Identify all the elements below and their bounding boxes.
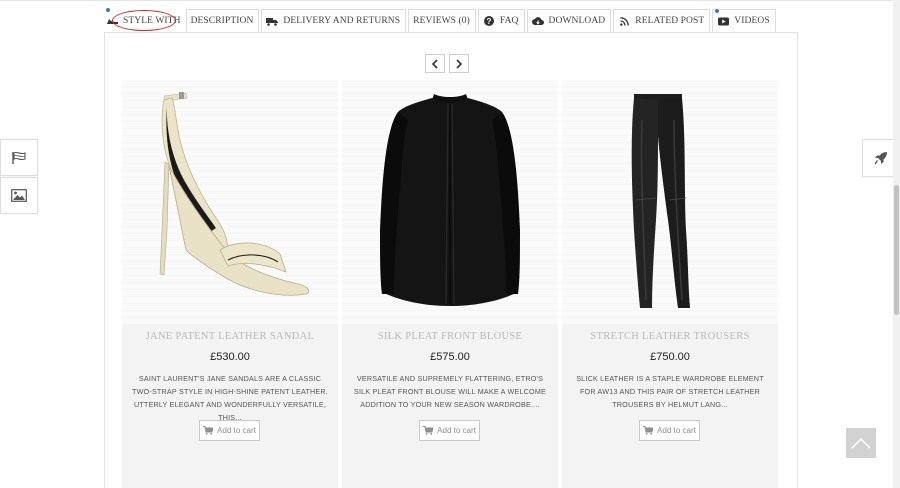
tab-delivery-and-returns[interactable]: DELIVERY AND RETURNS — [261, 9, 407, 32]
tab-download[interactable]: DOWNLOAD — [526, 9, 612, 32]
add-to-cart-button[interactable]: Add to cart — [639, 420, 700, 441]
rocket-icon — [874, 152, 887, 165]
cart-icon — [643, 426, 654, 435]
cloud-download-icon — [531, 15, 544, 27]
add-to-cart-label: Add to cart — [657, 426, 696, 435]
tab-description[interactable]: DESCRIPTION — [185, 9, 260, 32]
tab-label: DOWNLOAD — [548, 16, 606, 26]
carousel-next-button[interactable] — [449, 54, 469, 73]
cart-icon — [203, 426, 214, 435]
add-to-cart-label: Add to cart — [217, 426, 256, 435]
svg-text:?: ? — [486, 17, 491, 26]
top-divider — [0, 0, 900, 1]
tab-label: FAQ — [499, 16, 519, 26]
product-description: SLICK LEATHER IS A STAPLE WARDROBE ELEME… — [576, 374, 764, 409]
blouse-image[interactable] — [342, 80, 558, 324]
sandal-image[interactable] — [122, 80, 338, 324]
product-price: £530.00 — [210, 351, 250, 363]
back-to-top-button[interactable] — [846, 428, 876, 458]
add-to-cart-button[interactable]: Add to cart — [199, 420, 260, 441]
product-card: JANE PATENT LEATHER SANDAL £530.00 SAINT… — [122, 80, 338, 488]
product-card: STRETCH LEATHER TROUSERS £750.00 SLICK L… — [562, 80, 778, 488]
product-name[interactable]: JANE PATENT LEATHER SANDAL — [122, 331, 338, 342]
add-to-cart-button[interactable]: Add to cart — [419, 420, 480, 441]
video-icon — [717, 15, 729, 27]
add-to-cart-label: Add to cart — [437, 426, 476, 435]
tab-label: DESCRIPTION — [190, 16, 254, 26]
page-scrollbar[interactable] — [893, 0, 900, 488]
product-description: VERSATILE AND SUPREMELY FLATTERING, ETRO… — [353, 374, 547, 409]
notification-dot — [105, 7, 111, 13]
tab-faq[interactable]: ? FAQ — [477, 9, 525, 32]
product-name[interactable]: SILK PLEAT FRONT BLOUSE — [342, 331, 558, 342]
cart-icon — [423, 426, 434, 435]
tab-related-post[interactable]: RELATED POST — [613, 9, 711, 32]
flag-icon — [12, 151, 26, 164]
chevron-left-icon — [431, 58, 438, 69]
chevron-up-icon — [851, 437, 871, 449]
tab-label: RELATED POST — [635, 16, 705, 26]
tab-label: VIDEOS — [734, 16, 770, 26]
tab-style-with[interactable]: STYLE WITH — [104, 7, 186, 32]
trousers-image[interactable] — [562, 80, 778, 324]
tab-label: STYLE WITH — [123, 15, 181, 26]
scrollbar-thumb[interactable] — [894, 185, 899, 315]
tab-videos[interactable]: VIDEOS — [712, 8, 776, 32]
product-tabs: STYLE WITH DESCRIPTION DELIVERY AND RETU… — [104, 7, 778, 32]
question-icon: ? — [483, 15, 495, 27]
image-widget-button[interactable] — [0, 177, 38, 214]
truck-icon — [266, 15, 279, 27]
product-price: £575.00 — [430, 351, 470, 363]
product-card: SILK PLEAT FRONT BLOUSE £575.00 VERSATIL… — [342, 80, 558, 488]
chevron-right-icon — [456, 58, 463, 69]
product-price: £750.00 — [650, 351, 690, 363]
image-icon — [11, 189, 27, 202]
tab-label: DELIVERY AND RETURNS — [283, 16, 401, 26]
rss-icon — [618, 15, 630, 27]
tab-label: REVIEWS (0) — [413, 16, 470, 26]
carousel-prev-button[interactable] — [425, 54, 445, 73]
flag-widget-button[interactable] — [0, 139, 38, 176]
notification-dot — [714, 8, 721, 14]
tab-reviews[interactable]: REVIEWS (0) — [408, 9, 476, 32]
product-name[interactable]: STRETCH LEATHER TROUSERS — [562, 331, 778, 342]
product-description: SAINT LAURENT'S JANE SANDALS ARE A CLASS… — [131, 374, 329, 422]
